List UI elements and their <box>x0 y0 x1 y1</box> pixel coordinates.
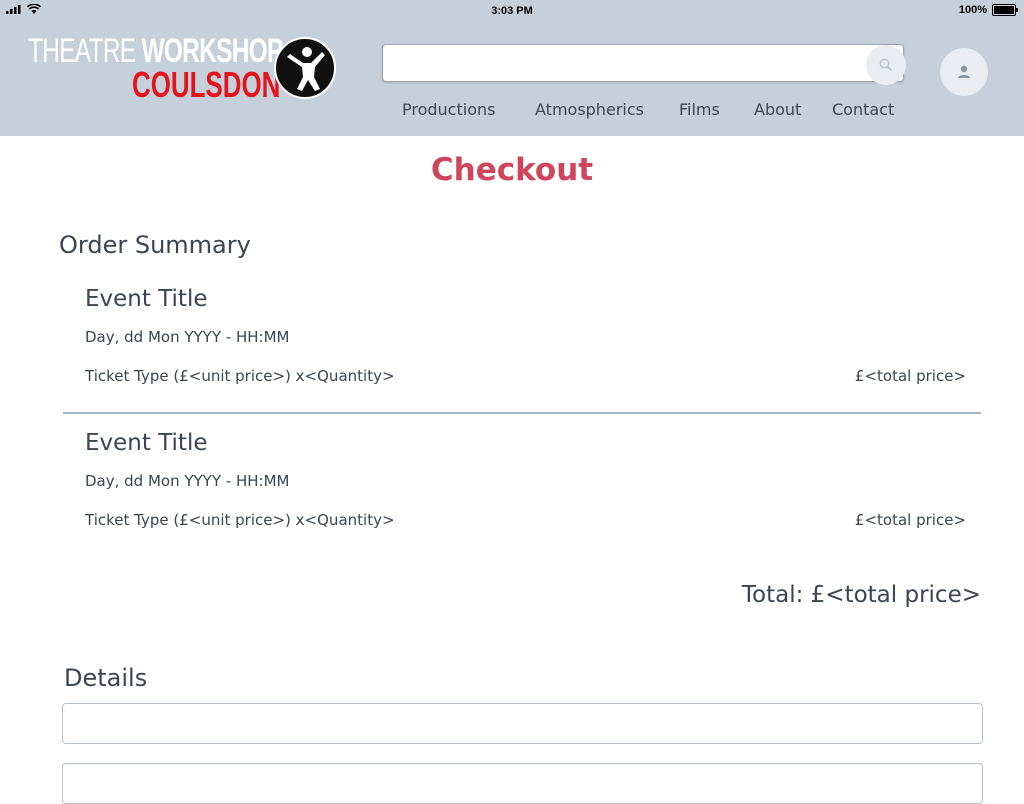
nav-contact[interactable]: Contact <box>832 100 894 119</box>
event-date: Day, dd Mon YYYY - HH:MM <box>85 472 290 490</box>
nav-films[interactable]: Films <box>679 100 720 119</box>
details-heading: Details <box>64 664 148 692</box>
nav-about[interactable]: About <box>754 100 801 119</box>
event-date: Day, dd Mon YYYY - HH:MM <box>85 328 290 346</box>
status-bar: 3:03 PM 100% <box>0 0 1024 22</box>
ticket-price: £<total price> <box>854 511 966 529</box>
nav-productions[interactable]: Productions <box>402 100 495 119</box>
page-title: Checkout <box>430 152 594 188</box>
search-icon <box>879 58 893 72</box>
profile-button[interactable] <box>940 48 988 96</box>
status-time: 3:03 PM <box>491 5 533 17</box>
event-title: Event Title <box>85 286 208 312</box>
nav-atmospherics[interactable]: Atmospherics <box>535 100 644 119</box>
battery-icon <box>992 4 1018 16</box>
logo-figure-icon <box>274 37 336 99</box>
details-field[interactable] <box>62 763 983 804</box>
search-button[interactable] <box>866 45 906 85</box>
battery-percent: 100% <box>958 4 987 16</box>
order-total: Total: £<total price> <box>741 582 981 608</box>
details-field[interactable] <box>62 703 983 744</box>
event-title: Event Title <box>85 430 208 456</box>
main-nav: Productions Atmospherics Films About Con… <box>0 100 1024 122</box>
theatre-workshop-logo[interactable]: THEATRE WORKSHOP COULSDON <box>28 33 338 103</box>
ticket-description: Ticket Type (£<unit price>) x<Quantity> <box>85 511 395 529</box>
search-input[interactable] <box>382 44 904 82</box>
order-divider <box>63 412 981 414</box>
ticket-description: Ticket Type (£<unit price>) x<Quantity> <box>85 367 395 385</box>
ticket-price: £<total price> <box>854 367 966 385</box>
user-icon <box>958 65 970 78</box>
order-summary-heading: Order Summary <box>59 231 251 259</box>
